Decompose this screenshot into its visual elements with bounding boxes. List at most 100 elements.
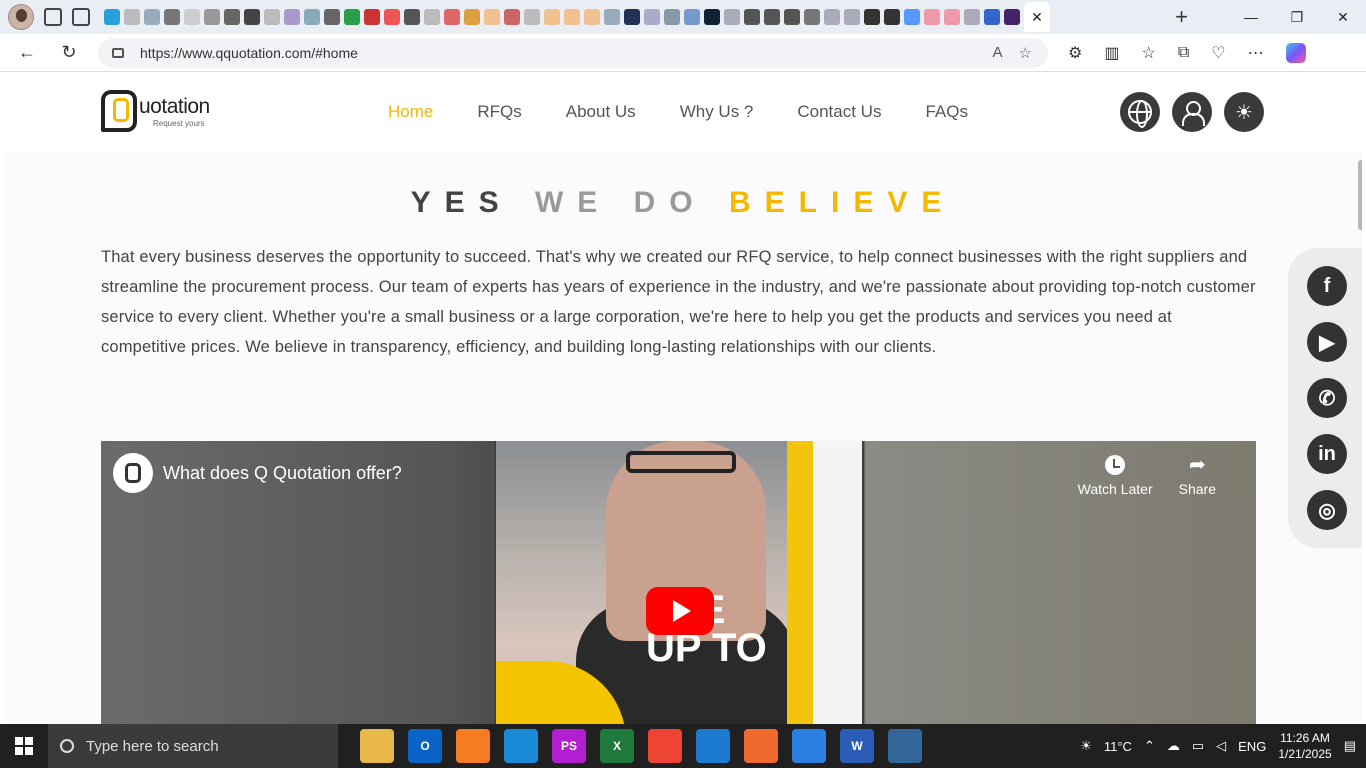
tab-favicon[interactable] bbox=[984, 9, 1000, 25]
instagram-icon[interactable]: ◎ bbox=[1307, 490, 1347, 530]
start-button[interactable] bbox=[0, 724, 48, 768]
tab-favicon[interactable] bbox=[404, 9, 420, 25]
tab-favicon[interactable] bbox=[704, 9, 720, 25]
tab-favicon[interactable] bbox=[684, 9, 700, 25]
tab-favicon[interactable] bbox=[804, 9, 820, 25]
file-explorer-icon[interactable] bbox=[360, 729, 394, 763]
nav-faqs[interactable]: FAQs bbox=[925, 102, 968, 122]
postgres-icon[interactable] bbox=[888, 729, 922, 763]
tab-favicon[interactable] bbox=[144, 9, 160, 25]
theme-toggle-button[interactable]: ☀ bbox=[1224, 92, 1264, 132]
tab-favicon[interactable] bbox=[724, 9, 740, 25]
play-button[interactable] bbox=[646, 587, 714, 635]
active-tab-close-button[interactable]: ✕ bbox=[1024, 2, 1050, 32]
performance-icon[interactable]: ♡ bbox=[1211, 43, 1225, 63]
share-button[interactable]: ➦ Share bbox=[1179, 455, 1216, 497]
tab-favicon[interactable] bbox=[524, 9, 540, 25]
youtube-icon[interactable]: ▶ bbox=[1307, 322, 1347, 362]
weather-temp[interactable]: 11°C bbox=[1104, 739, 1132, 754]
nav-about-us[interactable]: About Us bbox=[566, 102, 636, 122]
tab-favicon[interactable] bbox=[744, 9, 760, 25]
edge-icon[interactable] bbox=[504, 729, 538, 763]
minimize-icon[interactable]: — bbox=[1228, 9, 1274, 26]
outlook-icon[interactable]: O bbox=[408, 729, 442, 763]
tab-favicon[interactable] bbox=[624, 9, 640, 25]
tab-favicon[interactable] bbox=[924, 9, 940, 25]
tab-favicon[interactable] bbox=[284, 9, 300, 25]
tab-favicon[interactable] bbox=[264, 9, 280, 25]
nav-why-us[interactable]: Why Us ? bbox=[680, 102, 754, 122]
profile-avatar[interactable] bbox=[8, 4, 34, 30]
tab-favicon[interactable] bbox=[964, 9, 980, 25]
tab-favicon[interactable] bbox=[504, 9, 520, 25]
tab-favicon[interactable] bbox=[424, 9, 440, 25]
tab-favicon[interactable] bbox=[244, 9, 260, 25]
site-logo[interactable]: uotation Request yours bbox=[101, 90, 210, 132]
tab-favicon[interactable] bbox=[324, 9, 340, 25]
lock-icon[interactable] bbox=[112, 47, 124, 58]
network-icon[interactable]: ▭ bbox=[1192, 738, 1204, 754]
tab-favicon[interactable] bbox=[124, 9, 140, 25]
favorites-icon[interactable]: ☆ bbox=[1141, 43, 1155, 63]
tab-favicon[interactable] bbox=[184, 9, 200, 25]
language-indicator[interactable]: ENG bbox=[1238, 739, 1266, 754]
tab-favicon[interactable] bbox=[944, 9, 960, 25]
tab-favicon[interactable] bbox=[1004, 9, 1020, 25]
tab-favicon[interactable] bbox=[604, 9, 620, 25]
cloud-icon[interactable]: ☁ bbox=[1167, 738, 1180, 754]
workspaces-icon[interactable] bbox=[44, 8, 62, 26]
excel-icon[interactable]: X bbox=[600, 729, 634, 763]
chevron-up-icon[interactable]: ⌃ bbox=[1144, 738, 1155, 754]
postman-icon[interactable] bbox=[744, 729, 778, 763]
favorite-star-icon[interactable]: ☆ bbox=[1019, 44, 1032, 62]
new-tab-button[interactable]: + bbox=[1175, 6, 1188, 28]
more-menu-icon[interactable]: ⋯ bbox=[1248, 43, 1264, 63]
volume-icon[interactable]: ◁ bbox=[1216, 738, 1226, 754]
tab-favicon[interactable] bbox=[824, 9, 840, 25]
tab-favicon[interactable] bbox=[664, 9, 680, 25]
url-field[interactable]: https://www.qquotation.com/#home A ☆ bbox=[98, 37, 1048, 68]
extensions-icon[interactable]: ⚙ bbox=[1068, 43, 1082, 63]
tab-favicon[interactable] bbox=[164, 9, 180, 25]
tab-favicon[interactable] bbox=[364, 9, 380, 25]
tab-favicon[interactable] bbox=[864, 9, 880, 25]
collections-icon[interactable]: ⧉ bbox=[1178, 44, 1189, 62]
tab-favicon[interactable] bbox=[224, 9, 240, 25]
tab-favicon[interactable] bbox=[384, 9, 400, 25]
page-scrollbar[interactable] bbox=[1358, 160, 1362, 230]
vscode-icon[interactable] bbox=[696, 729, 730, 763]
tab-favicon[interactable] bbox=[764, 9, 780, 25]
tab-favicon[interactable] bbox=[444, 9, 460, 25]
url-text[interactable]: https://www.qquotation.com/#home bbox=[140, 45, 993, 61]
nav-rfqs[interactable]: RFQs bbox=[477, 102, 521, 122]
nav-home[interactable]: Home bbox=[388, 102, 433, 122]
account-button[interactable] bbox=[1172, 92, 1212, 132]
tab-favicon[interactable] bbox=[844, 9, 860, 25]
tab-favicon[interactable] bbox=[904, 9, 920, 25]
tab-favicon[interactable] bbox=[784, 9, 800, 25]
whatsapp-icon[interactable]: ✆ bbox=[1307, 378, 1347, 418]
tab-favicon[interactable] bbox=[644, 9, 660, 25]
tab-favicon[interactable] bbox=[104, 9, 120, 25]
split-screen-icon[interactable]: ▥ bbox=[1104, 43, 1119, 63]
tab-favicon[interactable] bbox=[484, 9, 500, 25]
notifications-icon[interactable]: ▤ bbox=[1344, 738, 1356, 754]
copilot-icon[interactable] bbox=[1285, 42, 1306, 63]
edge-dev-icon[interactable] bbox=[792, 729, 826, 763]
tab-favicon[interactable] bbox=[884, 9, 900, 25]
chrome-icon[interactable] bbox=[648, 729, 682, 763]
word-icon[interactable]: W bbox=[840, 729, 874, 763]
nav-contact-us[interactable]: Contact Us bbox=[797, 102, 881, 122]
tab-favicon[interactable] bbox=[544, 9, 560, 25]
linkedin-icon[interactable]: in bbox=[1307, 434, 1347, 474]
close-window-icon[interactable]: ✕ bbox=[1320, 9, 1366, 26]
restore-icon[interactable]: ❐ bbox=[1274, 9, 1320, 26]
watch-later-button[interactable]: Watch Later bbox=[1078, 455, 1153, 497]
tab-favicon[interactable] bbox=[304, 9, 320, 25]
facebook-icon[interactable]: f bbox=[1307, 266, 1347, 306]
tab-actions-icon[interactable] bbox=[72, 8, 90, 26]
youtube-video-embed[interactable]: AVEUP TO What does Q Quotation offer? Wa… bbox=[101, 441, 1256, 724]
taskbar-search[interactable]: Type here to search bbox=[48, 724, 338, 768]
xampp-icon[interactable] bbox=[456, 729, 490, 763]
back-icon[interactable]: ← bbox=[12, 42, 42, 63]
